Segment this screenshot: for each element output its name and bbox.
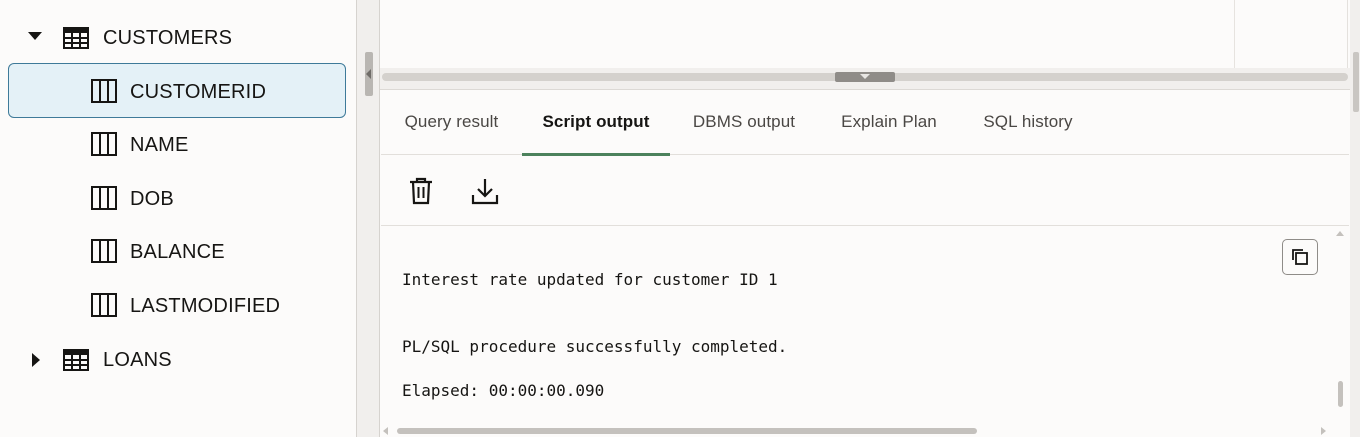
collapse-left-icon[interactable] [365,52,373,96]
column-icon [91,239,117,263]
output-tabs: Query result Script output DBMS output E… [381,90,1349,156]
script-output-panel[interactable]: Interest rate updated for customer ID 1 … [381,227,1349,437]
tree-item-label: CUSTOMERID [130,80,267,103]
tab-script-output[interactable]: Script output [522,90,670,156]
column-icon [91,186,117,210]
tree-item-customerid[interactable]: CUSTOMERID [0,65,356,119]
tree-item-label: LOANS [103,348,172,371]
tab-explain-plan[interactable]: Explain Plan [818,90,960,154]
output-line: PL/SQL procedure successfully completed. [402,337,788,356]
clear-output-button[interactable] [404,174,438,208]
right-panel-grip[interactable] [1353,52,1359,112]
tab-dbms-output[interactable]: DBMS output [670,90,818,154]
tree-item-lastmodified[interactable]: LASTMODIFIED [0,279,356,333]
tree-item-loans[interactable]: LOANS [0,333,356,387]
scroll-left-icon[interactable] [383,427,388,435]
trash-icon [410,177,432,205]
output-line: Interest rate updated for customer ID 1 [402,270,778,289]
copy-icon [1292,249,1308,265]
tree-item-label: CUSTOMERS [103,26,233,49]
scroll-up-icon[interactable] [1336,231,1344,236]
tree-item-label: BALANCE [130,240,225,263]
horizontal-splitter[interactable] [380,68,1350,90]
object-tree: CUSTOMERS CUSTOMERID NAME DOB BALANCE LA… [0,0,356,437]
vertical-scroll-thumb[interactable] [1338,381,1343,407]
tab-query-result[interactable]: Query result [381,90,522,154]
tree-item-label: DOB [130,187,174,210]
table-icon [63,349,89,371]
copy-output-button[interactable] [1282,239,1318,275]
collapse-down-icon[interactable] [835,72,895,82]
caret-right-icon[interactable] [32,353,40,367]
tree-item-label: LASTMODIFIED [130,294,281,317]
tree-item-balance[interactable]: BALANCE [0,225,356,279]
column-icon [91,132,117,156]
tab-sql-history[interactable]: SQL history [960,90,1096,154]
editor-gutter-divider [1234,0,1235,68]
table-icon [63,27,89,49]
output-toolbar [381,156,1349,226]
vertical-splitter[interactable] [356,0,380,437]
tree-item-label: NAME [130,133,189,156]
tree-item-dob[interactable]: DOB [0,172,356,226]
caret-down-icon[interactable] [28,32,42,40]
tree-item-name[interactable]: NAME [0,118,356,172]
right-panel-edge[interactable] [1350,0,1360,437]
tree-item-customers[interactable]: CUSTOMERS [0,11,356,65]
column-icon [91,79,117,103]
vertical-scrollbar[interactable] [1333,227,1347,437]
download-output-button[interactable] [468,174,502,208]
output-line: Elapsed: 00:00:00.090 [402,381,605,400]
horizontal-scrollbar[interactable] [381,425,1333,437]
column-icon [91,293,117,317]
horizontal-scroll-thumb[interactable] [397,428,977,434]
sql-editor[interactable] [380,0,1348,72]
download-icon [471,179,499,205]
scroll-right-icon[interactable] [1321,427,1326,435]
